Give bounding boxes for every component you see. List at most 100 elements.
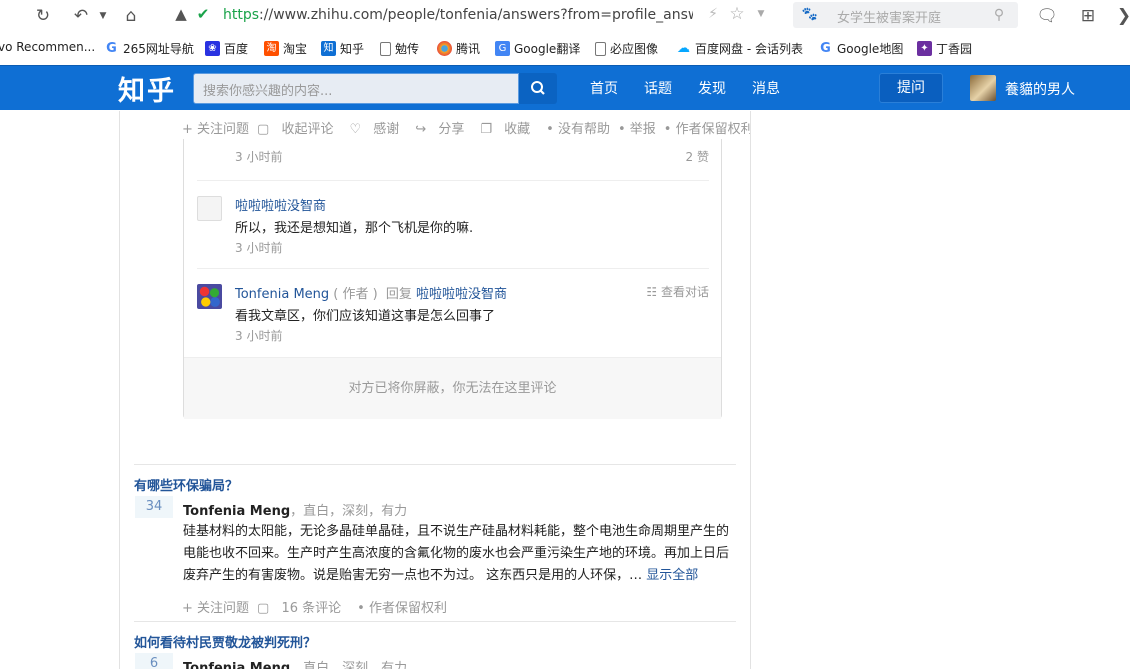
comment-likes[interactable]: 2 赞: [686, 148, 709, 165]
address-bar[interactable]: ▲ ✔ https://www.zhihu.com/people/tonfeni…: [165, 4, 775, 28]
collect-link[interactable]: ❐ 收藏: [480, 122, 538, 137]
answer-author: Tonfenia Meng，直白，深刻，有力: [183, 500, 407, 519]
vote-count[interactable]: 34: [135, 496, 173, 518]
nav-explore[interactable]: 发现: [698, 78, 726, 98]
bookmark-label: 勉传: [395, 42, 420, 56]
view-conversation-link[interactable]: ☷ 查看对话: [646, 283, 709, 300]
bookmark-265[interactable]: G 265网址导航: [104, 40, 194, 57]
report-link[interactable]: • 举报: [618, 122, 656, 137]
bookmark-zhihu[interactable]: 知知乎: [321, 40, 364, 57]
nav-home[interactable]: 首页: [590, 78, 618, 98]
comment-author[interactable]: Tonfenia Meng: [235, 287, 329, 302]
bookmark-icon: ❐: [480, 122, 497, 137]
refresh-icon[interactable]: ↻: [32, 6, 54, 26]
avatar[interactable]: [197, 284, 222, 309]
user-name[interactable]: 養貓的男人: [1005, 79, 1075, 99]
home-icon[interactable]: ⌂: [120, 6, 142, 26]
zhihu-icon: 知: [321, 41, 336, 56]
copyright-text: • 作者保留权利: [357, 601, 447, 616]
bookmark-label: 必应图像: [610, 42, 659, 56]
bookmark-google-translate[interactable]: G Google翻译: [495, 40, 580, 57]
avatar[interactable]: [970, 75, 996, 101]
bookmark-label: 淘宝: [283, 42, 308, 56]
comment-time: 3 小时前: [235, 241, 283, 255]
bookmark-dxy[interactable]: ✦ 丁香园: [917, 40, 972, 57]
follow-question-link[interactable]: + 关注问题: [182, 601, 249, 616]
main-content: + 关注问题 ▢ 收起评论 ♡ 感谢 ↪ 分享 ❐ 收藏 • 没有帮助 • 举报 • 作者保留…: [119, 111, 751, 669]
author-name[interactable]: Tonfenia Meng: [183, 661, 290, 669]
zhihu-search-input[interactable]: 搜索你感兴趣的内容...: [193, 73, 519, 104]
chat-icon[interactable]: 🗨: [1036, 6, 1058, 26]
collapse-comments-link[interactable]: ▢ 收起评论: [257, 122, 341, 137]
comment-time: 3 小时前: [235, 329, 283, 343]
nav-messages[interactable]: 消息: [752, 78, 780, 98]
show-all-link[interactable]: 显示全部: [646, 568, 698, 583]
bookmark-google-maps[interactable]: G Google地图: [818, 40, 903, 57]
shield-icon: ✔: [196, 5, 210, 23]
bookmark-taobao[interactable]: 淘淘宝: [264, 40, 307, 57]
thank-label: 感谢: [373, 122, 400, 137]
bookmarks-bar: vo Recommen... G 265网址导航 ❀ 百度 淘淘宝 知知乎 勉传 腾…: [0, 36, 1130, 62]
comment-text: 所以，我还是想知道，那个飞机是你的嘛.: [235, 221, 474, 236]
bookmark-label: vo Recommen...: [0, 40, 96, 54]
bookmark-label: 265网址导航: [123, 42, 194, 56]
back-dropdown-icon[interactable]: ▼: [92, 6, 114, 26]
comments-link[interactable]: ▢ 16 条评论: [257, 601, 349, 616]
bookmark-baidu-pan[interactable]: ☁ 百度网盘 - 会话列表: [676, 40, 803, 57]
zhihu-logo[interactable]: 知乎: [118, 69, 176, 108]
search-icon[interactable]: ⚲: [988, 5, 1010, 25]
comment-time: 3 小时前: [235, 150, 283, 164]
collect-label: 收藏: [504, 122, 531, 137]
author-name[interactable]: Tonfenia Meng: [183, 504, 290, 519]
not-helpful-link[interactable]: • 没有帮助: [546, 122, 610, 137]
question-title[interactable]: 有哪些环保骗局？: [134, 475, 238, 494]
comment-icon: ▢: [257, 122, 274, 137]
google-translate-icon: G: [495, 41, 510, 56]
copyright-text: • 作者保留权利: [663, 122, 751, 137]
url-text[interactable]: https://www.zhihu.com/people/tonfenia/an…: [223, 7, 693, 23]
answer-excerpt: 硅基材料的太阳能，无论多晶硅单晶硅，且不说生产硅晶材料耗能，整个电池生命周期里产…: [183, 521, 731, 587]
browser-toolbar: ↻ ↶ ▼ ⌂ ▲ ✔ https://www.zhihu.com/people…: [0, 0, 1130, 33]
avatar[interactable]: [197, 196, 222, 221]
browser-search-placeholder: 女学生被害案开庭: [837, 11, 942, 26]
chevron-down-icon[interactable]: ▼: [750, 4, 772, 24]
nav-topics[interactable]: 话题: [644, 78, 672, 98]
bookmark-vo-recommend[interactable]: vo Recommen...: [0, 40, 95, 54]
google-g-icon: G: [106, 41, 117, 56]
comment-icon: ▢: [257, 601, 274, 616]
comments-label: 16 条评论: [281, 601, 342, 616]
zhihu-search-button[interactable]: [519, 73, 557, 104]
ask-question-button[interactable]: 提问: [879, 73, 943, 103]
share-label: 分享: [438, 122, 465, 137]
lightning-icon[interactable]: ⚡: [702, 4, 724, 24]
bookmark-baidu[interactable]: ❀ 百度: [205, 40, 248, 57]
share-link[interactable]: ↪ 分享: [415, 122, 472, 137]
url-path: ://www.zhihu.com/people/tonfenia/answers…: [259, 7, 693, 23]
browser-search[interactable]: 🐾 女学生被害案开庭 ⚲: [793, 2, 1018, 28]
vote-count[interactable]: 6: [135, 653, 173, 669]
collapse-icon[interactable]: ❯: [1113, 6, 1130, 26]
answer-actions: + 关注问题 ▢ 16 条评论 • 作者保留权利: [182, 597, 455, 616]
blocked-notice: 对方已将你屏蔽，你无法在这里评论: [184, 357, 721, 419]
thank-link[interactable]: ♡ 感谢: [349, 122, 407, 137]
comment-author[interactable]: 啦啦啦啦没智商: [235, 195, 326, 214]
bookmark-label: 丁香园: [936, 42, 973, 56]
reply-target[interactable]: 啦啦啦啦没智商: [416, 287, 507, 302]
divider: [197, 268, 709, 269]
google-g-icon: G: [820, 41, 831, 56]
bookmark-label: 百度网盘 - 会话列表: [695, 42, 803, 56]
bookmark-label: Google地图: [837, 42, 904, 56]
baidu-paw-icon[interactable]: 🐾: [799, 5, 821, 25]
share-icon: ↪: [415, 122, 431, 137]
bookmark-label: 知乎: [340, 42, 365, 56]
back-icon[interactable]: ↶: [70, 6, 92, 26]
bookmark-label: Google翻译: [514, 42, 581, 56]
author-tags: ，直白，深刻，有力: [290, 661, 408, 669]
question-title[interactable]: 如何看待村民贾敬龙被判死刑？: [134, 632, 316, 651]
star-icon[interactable]: ☆: [726, 4, 748, 24]
bookmark-bing-images[interactable]: 必应图像: [595, 40, 658, 57]
bookmark-tencent[interactable]: 腾讯: [437, 40, 480, 57]
bookmark-mianchuan[interactable]: 勉传: [380, 40, 419, 57]
follow-question-link[interactable]: + 关注问题: [182, 122, 249, 137]
apps-icon[interactable]: ⊞: [1077, 6, 1099, 26]
